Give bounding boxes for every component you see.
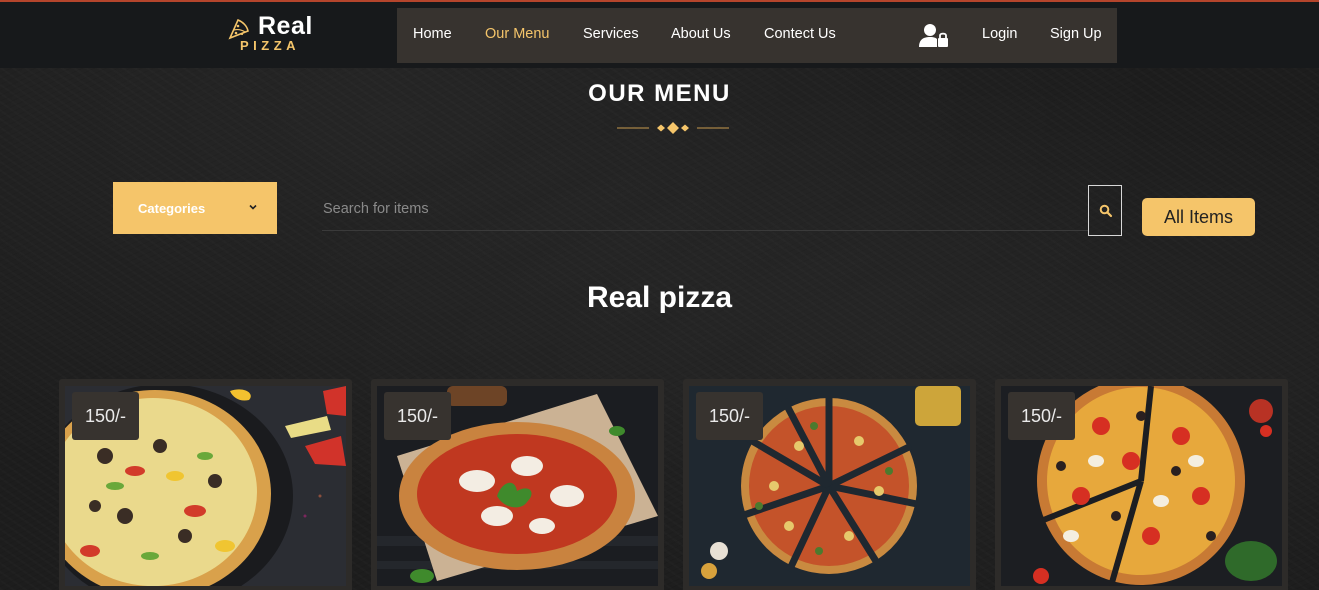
search-input[interactable] (322, 187, 1088, 231)
search-button[interactable] (1088, 185, 1122, 236)
search-icon (1099, 204, 1113, 218)
ornament-divider (617, 122, 729, 134)
brand-logo[interactable]: Real PIZZA (228, 12, 318, 56)
product-card[interactable]: 150/- (59, 379, 352, 590)
nav-item-contact-us[interactable]: Contect Us (764, 26, 836, 42)
brand-name: Real (258, 12, 313, 40)
pizza-slice-icon (228, 18, 249, 40)
product-card[interactable]: 150/- (683, 379, 976, 590)
chevron-down-icon (249, 204, 257, 210)
nav-item-about-us[interactable]: About Us (671, 26, 731, 42)
main-nav: Home Our Menu Services About Us Contect … (397, 8, 1117, 63)
categories-dropdown[interactable]: Categories (113, 182, 277, 234)
product-card[interactable]: 150/- (371, 379, 664, 590)
categories-label: Categories (138, 201, 206, 216)
section-subtitle: Real pizza (586, 281, 733, 314)
product-card[interactable]: 150/- (995, 379, 1288, 590)
price-badge: 150/- (72, 392, 139, 440)
nav-item-our-menu[interactable]: Our Menu (485, 26, 549, 42)
price-badge: 150/- (1008, 392, 1075, 440)
price-badge: 150/- (384, 392, 451, 440)
site-header: Real PIZZA Home Our Menu Services About … (0, 2, 1319, 68)
price-badge: 150/- (696, 392, 763, 440)
page-title: OUR MENU (588, 80, 731, 107)
login-link[interactable]: Login (982, 26, 1017, 42)
user-lock-icon[interactable] (919, 23, 949, 49)
nav-item-services[interactable]: Services (583, 26, 639, 42)
brand-tagline: PIZZA (240, 38, 301, 53)
nav-item-home[interactable]: Home (413, 26, 452, 42)
signup-link[interactable]: Sign Up (1050, 26, 1102, 42)
all-items-button[interactable]: All Items (1142, 198, 1255, 236)
